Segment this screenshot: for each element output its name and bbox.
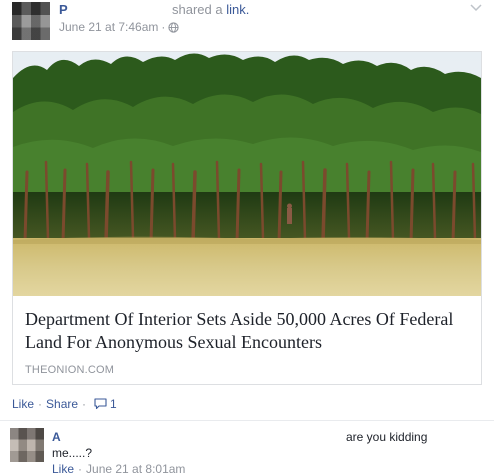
chevron-down-icon[interactable] bbox=[470, 4, 482, 12]
globe-icon[interactable] bbox=[168, 21, 180, 33]
comment-meta: Like · June 21 at 8:01am bbox=[52, 462, 185, 476]
share-button[interactable]: Share bbox=[46, 397, 78, 411]
post-actions: Like · Share · 1 bbox=[12, 397, 117, 411]
comment-text: me.....? bbox=[52, 446, 93, 460]
like-button[interactable]: Like bbox=[12, 397, 34, 411]
commenter-avatar[interactable] bbox=[10, 428, 44, 462]
action-text: shared a bbox=[172, 2, 223, 17]
post-timestamp[interactable]: June 21 at 7:46am bbox=[59, 20, 158, 34]
forest-photo[interactable] bbox=[13, 52, 481, 296]
comment-timestamp[interactable]: June 21 at 8:01am bbox=[86, 462, 185, 476]
shared-link[interactable]: link. bbox=[226, 2, 249, 17]
comments-divider bbox=[0, 420, 494, 421]
link-domain: THEONION.COM bbox=[25, 364, 115, 376]
comment-count[interactable]: 1 bbox=[110, 397, 117, 411]
action-separator: · bbox=[38, 397, 43, 411]
comment-bubble-icon[interactable] bbox=[94, 398, 107, 410]
comment-like-button[interactable]: Like bbox=[52, 462, 74, 476]
author-name[interactable]: P bbox=[59, 2, 68, 17]
meta-separator: · bbox=[161, 20, 166, 34]
comment-separator: · bbox=[78, 462, 83, 476]
link-headline[interactable]: Department Of Interior Sets Aside 50,000… bbox=[25, 308, 470, 354]
feed-post: P shared a link. June 21 at 7:46am · Dep… bbox=[0, 0, 494, 476]
author-avatar[interactable] bbox=[12, 2, 50, 40]
action-separator: · bbox=[82, 397, 87, 411]
comment-side-text: are you kidding bbox=[346, 430, 428, 444]
shared-a-link-text: shared a link. bbox=[172, 2, 249, 17]
link-preview-card[interactable]: Department Of Interior Sets Aside 50,000… bbox=[12, 51, 482, 385]
commenter-name[interactable]: A bbox=[52, 430, 61, 444]
post-meta: June 21 at 7:46am · bbox=[59, 20, 180, 34]
forest-image bbox=[13, 52, 481, 296]
